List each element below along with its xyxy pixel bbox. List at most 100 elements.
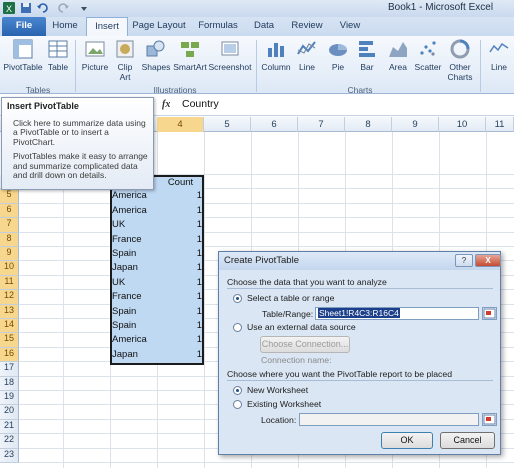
fx-icon[interactable]: fx [162, 99, 170, 110]
count-cell[interactable]: 1 [160, 276, 202, 290]
row-header[interactable]: 23 [0, 448, 19, 463]
count-header-cell[interactable]: Count [158, 176, 203, 190]
country-cell[interactable]: France [112, 233, 156, 247]
country-cell[interactable]: Japan [112, 348, 156, 362]
row-header[interactable]: 21 [0, 419, 19, 435]
collapse-dialog-button[interactable] [482, 307, 497, 320]
table-range-input[interactable]: Sheet1!R4C3:R16C4 [315, 307, 479, 320]
row-header[interactable]: 17 [0, 362, 19, 377]
external-source-radio[interactable] [233, 323, 242, 332]
row-header[interactable]: 10 [0, 261, 19, 276]
cancel-button[interactable]: Cancel [440, 432, 495, 449]
country-cell[interactable]: Spain [112, 247, 156, 261]
select-range-radio[interactable] [233, 294, 242, 303]
bar-chart-button[interactable]: Bar [354, 38, 380, 84]
sparkline-line-button[interactable]: Line [484, 38, 514, 84]
country-cell[interactable]: UK [112, 276, 156, 290]
smartart-button[interactable]: SmartArt [172, 38, 208, 84]
column-header[interactable]: 5 [204, 117, 251, 132]
tab-formulas[interactable]: Formulas [196, 17, 240, 36]
row-header[interactable]: 15 [0, 333, 19, 348]
existing-worksheet-label[interactable]: Existing Worksheet [247, 399, 321, 409]
table-button[interactable]: Table [45, 38, 71, 84]
row-header[interactable]: 18 [0, 376, 19, 391]
count-cell[interactable]: 1 [160, 319, 202, 333]
country-cell[interactable]: America [112, 189, 156, 203]
column-header[interactable]: 6 [251, 117, 298, 132]
line-chart-button[interactable]: Line [294, 38, 320, 84]
scatter-chart-button[interactable]: Scatter [412, 38, 444, 84]
row-header[interactable]: 13 [0, 304, 19, 319]
row-header[interactable]: 11 [0, 275, 19, 291]
row-header[interactable]: 14 [0, 319, 19, 334]
column-header[interactable]: 8 [345, 117, 392, 132]
formula-bar-value[interactable]: Country [182, 98, 219, 110]
tab-view[interactable]: View [337, 17, 363, 36]
count-cell[interactable]: 1 [160, 247, 202, 261]
location-collapse-button[interactable] [482, 413, 497, 426]
redo-icon[interactable] [58, 2, 70, 14]
existing-worksheet-radio[interactable] [233, 400, 242, 409]
close-button[interactable]: X [475, 254, 501, 267]
country-cell[interactable]: UK [112, 218, 156, 232]
picture-button[interactable]: Picture [80, 38, 110, 84]
column-header[interactable]: 11 [486, 117, 514, 132]
tab-file[interactable]: File [2, 17, 46, 36]
row-header[interactable]: 5 [0, 189, 19, 204]
country-cell[interactable]: America [112, 333, 156, 347]
other-charts-button[interactable]: Other Charts [445, 38, 475, 84]
row-header[interactable]: 19 [0, 391, 19, 406]
customize-qat-icon[interactable] [78, 2, 90, 14]
external-source-label[interactable]: Use an external data source [247, 322, 356, 332]
other-charts-label: Other Charts [447, 62, 473, 82]
choose-connection-button[interactable]: Choose Connection... [260, 336, 350, 353]
country-cell[interactable]: Spain [112, 319, 156, 333]
ok-button[interactable]: OK [381, 432, 433, 449]
column-chart-button[interactable]: Column [259, 38, 293, 84]
country-cell[interactable]: Japan [112, 261, 156, 275]
row-header[interactable]: 9 [0, 247, 19, 262]
count-cell[interactable]: 1 [160, 261, 202, 275]
row-header[interactable]: 16 [0, 347, 19, 363]
row-header[interactable]: 8 [0, 232, 19, 247]
clipart-button[interactable]: Clip Art [112, 38, 138, 84]
column-header[interactable]: 7 [298, 117, 345, 132]
row-header[interactable]: 20 [0, 405, 19, 420]
select-range-label[interactable]: Select a table or range [247, 293, 334, 303]
count-cell[interactable]: 1 [160, 290, 202, 304]
count-cell[interactable]: 1 [160, 204, 202, 218]
tab-review[interactable]: Review [290, 17, 324, 36]
undo-icon[interactable] [36, 2, 48, 14]
help-button[interactable]: ? [455, 254, 473, 267]
count-cell[interactable]: 1 [160, 233, 202, 247]
save-icon[interactable] [20, 2, 32, 14]
count-cell[interactable]: 1 [160, 348, 202, 362]
tab-insert[interactable]: Insert [86, 17, 128, 36]
count-cell[interactable]: 1 [160, 333, 202, 347]
column-header[interactable]: 9 [392, 117, 439, 132]
row-header[interactable]: 12 [0, 290, 19, 305]
column-header[interactable]: 4 [157, 117, 204, 132]
pivottable-button[interactable]: PivotTable [3, 38, 43, 84]
row-header[interactable]: 7 [0, 218, 19, 233]
shapes-button[interactable]: Shapes [140, 38, 172, 84]
count-cell[interactable]: 1 [160, 189, 202, 203]
new-worksheet-label[interactable]: New Worksheet [247, 385, 308, 395]
new-worksheet-radio[interactable] [233, 386, 242, 395]
area-chart-button[interactable]: Area [384, 38, 412, 84]
pie-chart-button[interactable]: Pie [324, 38, 352, 84]
row-header[interactable]: 6 [0, 203, 19, 219]
tab-home[interactable]: Home [50, 17, 80, 36]
country-cell[interactable]: Spain [112, 305, 156, 319]
column-header[interactable]: 10 [439, 117, 486, 132]
country-cell[interactable]: America [112, 204, 156, 218]
tab-data[interactable]: Data [252, 17, 276, 36]
group-separator [256, 40, 257, 92]
row-header[interactable]: 22 [0, 434, 19, 449]
count-cell[interactable]: 1 [160, 305, 202, 319]
location-input[interactable] [299, 413, 479, 426]
count-cell[interactable]: 1 [160, 218, 202, 232]
tab-page-layout[interactable]: Page Layout [132, 17, 186, 36]
screenshot-button[interactable]: Screenshot [207, 38, 253, 84]
country-cell[interactable]: France [112, 290, 156, 304]
